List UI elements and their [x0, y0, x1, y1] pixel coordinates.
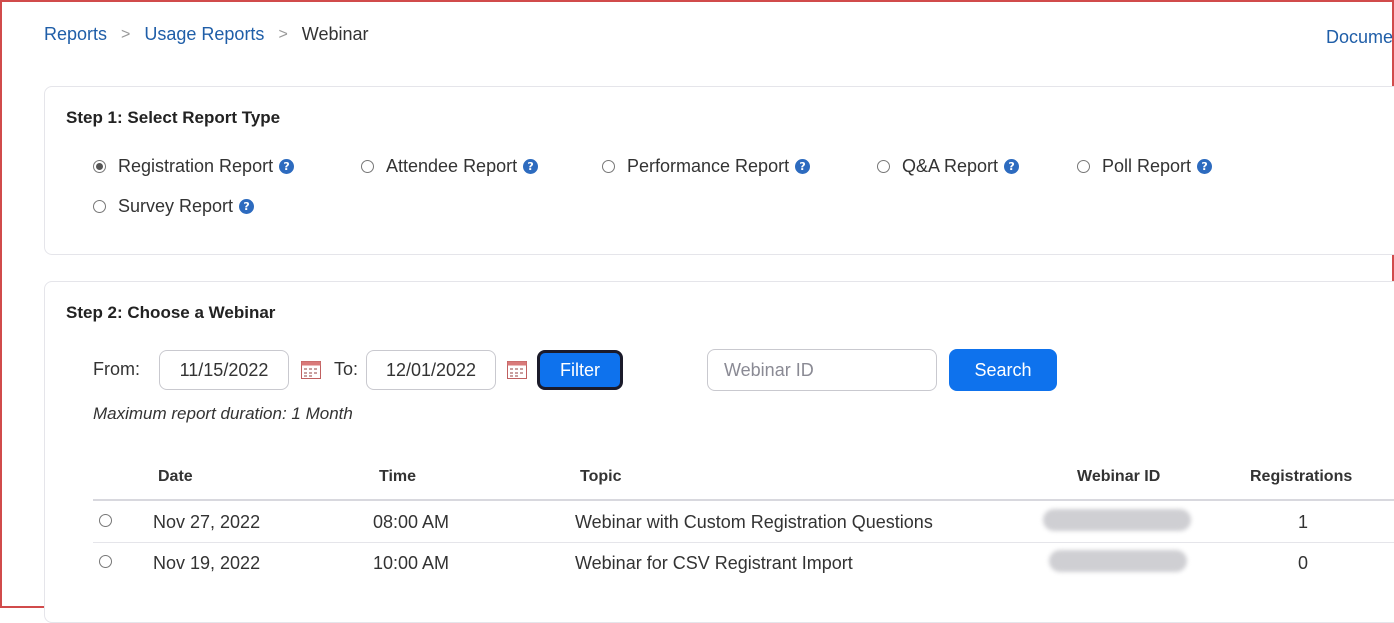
to-date-input[interactable]: 12/01/2022 [366, 350, 496, 390]
report-option-label: Survey Report [118, 196, 234, 216]
help-icon[interactable]: ? [1197, 159, 1213, 174]
report-option-label: Attendee Report [386, 156, 518, 176]
report-option-label: Q&A Report [902, 156, 999, 176]
report-option-registration[interactable]: Registration Report ? [93, 156, 295, 177]
report-option-label: Registration Report [118, 156, 274, 176]
row-registrations: 1 [1297, 512, 1308, 532]
help-icon[interactable]: ? [239, 199, 255, 214]
help-icon[interactable]: ? [795, 159, 811, 174]
breadcrumb-separator-icon: > [278, 25, 288, 43]
help-icon[interactable]: ? [279, 159, 295, 174]
to-label: To: [334, 359, 359, 379]
row-date: Nov 27, 2022 [153, 512, 261, 532]
report-option-poll[interactable]: Poll Report ? [1077, 156, 1213, 177]
breadcrumb-usage-reports[interactable]: Usage Reports [144, 24, 264, 45]
report-option-attendee[interactable]: Attendee Report ? [361, 156, 539, 177]
redacted-webinar-id [1043, 509, 1191, 531]
radio-button[interactable] [1077, 160, 1090, 173]
radio-button[interactable] [361, 160, 374, 173]
search-button[interactable]: Search [949, 349, 1057, 391]
step1-title: Step 1: Select Report Type [66, 108, 281, 127]
column-header-date: Date [158, 468, 193, 485]
webinar-id-input[interactable] [707, 349, 937, 391]
breadcrumb: Reports > Usage Reports > Webinar [44, 24, 368, 45]
row-date: Nov 19, 2022 [153, 553, 261, 573]
radio-button[interactable] [602, 160, 615, 173]
filter-button[interactable]: Filter [537, 350, 623, 390]
breadcrumb-separator-icon: > [121, 25, 131, 43]
documentation-link[interactable]: Docume [1326, 27, 1393, 48]
report-option-label: Performance Report [627, 156, 790, 176]
calendar-icon[interactable] [507, 361, 527, 379]
report-type-panel: Step 1: Select Report Type Registration … [44, 86, 1394, 255]
breadcrumb-reports[interactable]: Reports [44, 24, 107, 45]
from-date-input[interactable]: 11/15/2022 [159, 350, 289, 390]
redacted-webinar-id [1049, 550, 1187, 572]
breadcrumb-current: Webinar [301, 24, 369, 44]
table-header-divider [93, 499, 1394, 501]
report-option-qa[interactable]: Q&A Report ? [877, 156, 1020, 177]
choose-webinar-panel: Step 2: Choose a Webinar From: 11/15/202… [44, 281, 1394, 623]
radio-button-checked[interactable] [93, 160, 106, 173]
row-registrations: 0 [1297, 553, 1308, 573]
table-row-radio[interactable] [99, 555, 112, 568]
row-time: 08:00 AM [373, 512, 450, 532]
max-duration-note: Maximum report duration: 1 Month [93, 404, 353, 423]
column-header-webinar-id: Webinar ID [1077, 468, 1161, 485]
calendar-icon[interactable] [301, 361, 321, 379]
report-option-performance[interactable]: Performance Report ? [602, 156, 811, 177]
help-icon[interactable]: ? [523, 159, 539, 174]
radio-button[interactable] [877, 160, 890, 173]
from-label: From: [93, 359, 140, 379]
column-header-registrations: Registrations [1250, 468, 1353, 485]
row-time: 10:00 AM [373, 553, 450, 573]
report-option-survey[interactable]: Survey Report ? [93, 196, 255, 217]
row-topic: Webinar with Custom Registration Questio… [575, 512, 933, 532]
step2-title: Step 2: Choose a Webinar [66, 303, 276, 322]
column-header-topic: Topic [580, 468, 622, 485]
radio-button[interactable] [93, 200, 106, 213]
row-divider [93, 542, 1394, 543]
report-option-label: Poll Report [1102, 156, 1192, 176]
row-topic: Webinar for CSV Registrant Import [575, 553, 853, 573]
column-header-time: Time [379, 468, 417, 485]
help-icon[interactable]: ? [1004, 159, 1020, 174]
table-row-radio[interactable] [99, 514, 112, 527]
